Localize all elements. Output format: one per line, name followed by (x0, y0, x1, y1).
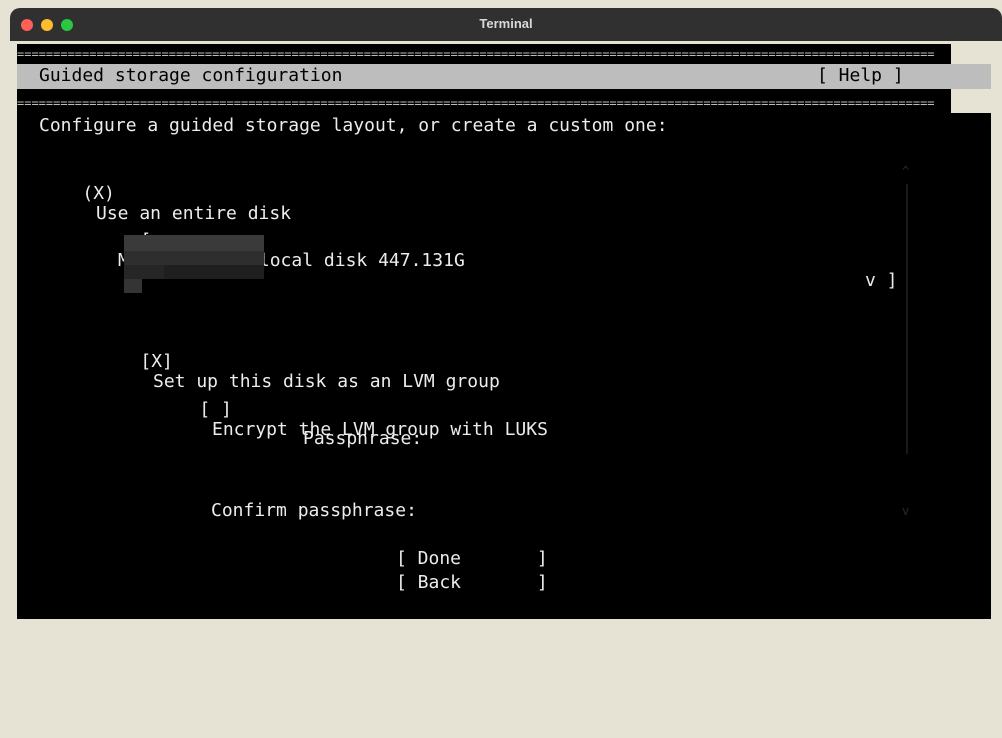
luks-checkbox[interactable]: [ ] Encrypt the LVM group with LUKS (156, 380, 548, 460)
top-rule: ========================================… (17, 48, 934, 60)
back-button[interactable]: [ Back ] (396, 573, 548, 593)
confirm-passphrase-label: Confirm passphrase: (211, 500, 417, 521)
header-bar: Guided storage configuration [ Help ] (17, 64, 991, 89)
luks-checkbox-marker: [ ] (199, 399, 232, 420)
scroll-down-icon[interactable]: v (902, 504, 909, 518)
passphrase-label: Passphrase: (303, 428, 423, 449)
intro-text: Configure a guided storage layout, or cr… (39, 115, 668, 136)
chevron-down-icon[interactable]: v ] (865, 271, 898, 291)
terminal-screen[interactable]: ========================================… (17, 44, 991, 619)
redacted-disk-info (124, 235, 264, 297)
bottom-rule: ========================================… (17, 97, 934, 109)
radio-marker: (X) (82, 183, 115, 204)
scrollbar[interactable] (906, 184, 908, 454)
lvm-checkbox-marker: [X] (140, 351, 173, 372)
scroll-up-icon[interactable]: ^ (902, 164, 909, 178)
window-title: Terminal (479, 16, 533, 31)
page-title: Guided storage configuration (39, 65, 343, 86)
window-titlebar: Terminal (10, 8, 1002, 41)
done-button[interactable]: [ Done ] (396, 549, 548, 569)
help-button[interactable]: [ Help ] (817, 66, 904, 86)
